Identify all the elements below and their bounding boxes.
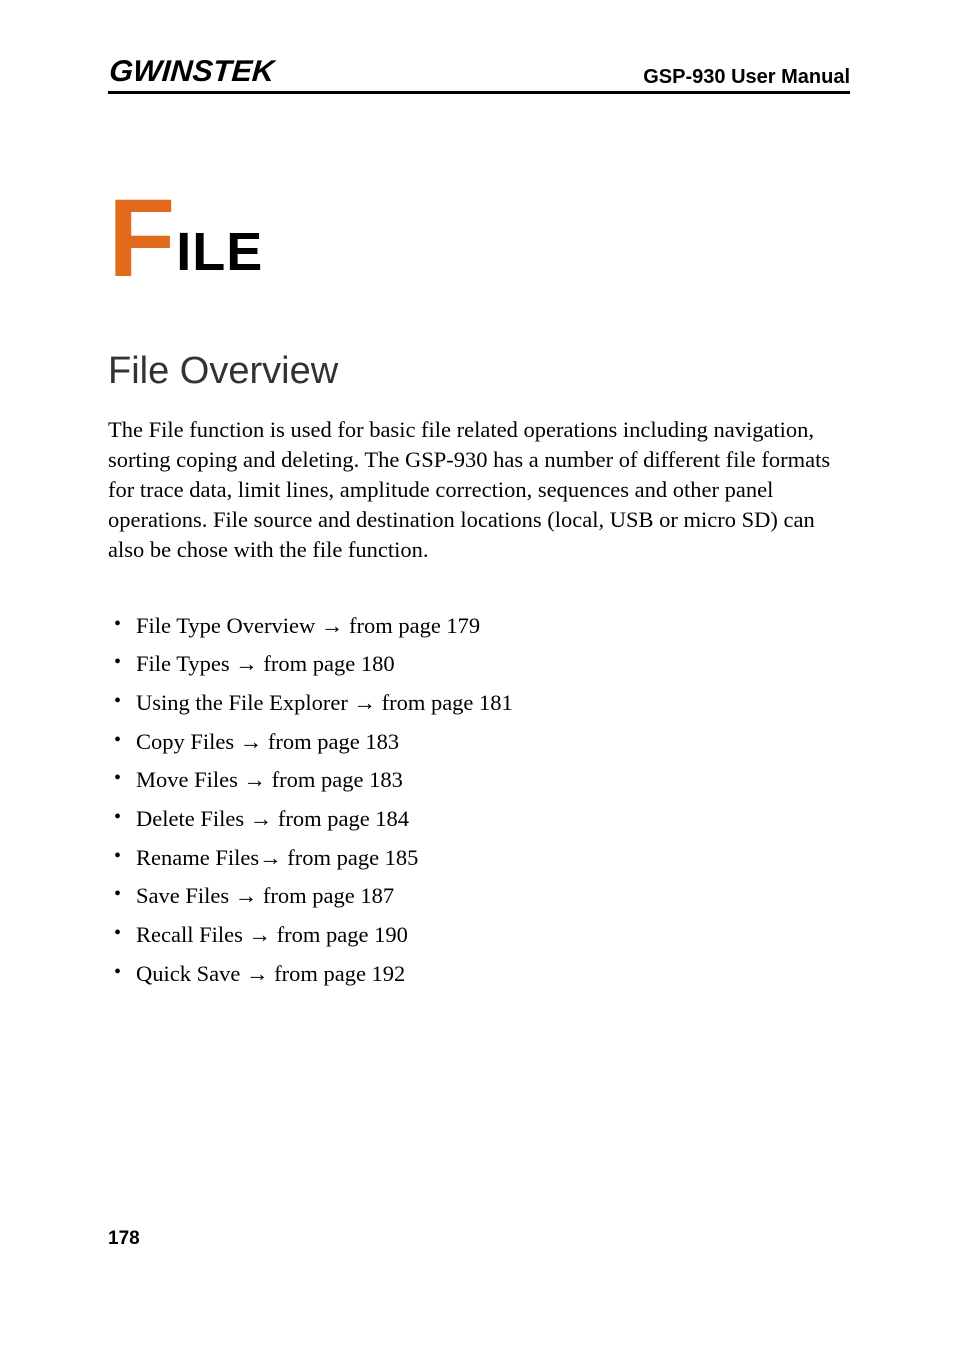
chapter-title: FILE [108, 189, 850, 288]
toc-item: Using the File Explorer → from page 181 [114, 688, 850, 718]
chapter-rest: ILE [176, 222, 263, 282]
brand-logo: GWINSTEK [108, 55, 275, 89]
toc-item: File Type Overview → from page 179 [114, 611, 850, 641]
toc-item: File Types → from page 180 [114, 649, 850, 679]
section-heading: File Overview [108, 350, 850, 393]
page-number: 178 [108, 1228, 140, 1250]
document-page: GWINSTEK GSP-930 User Manual FILE File O… [0, 0, 954, 988]
toc-item: Move Files → from page 183 [114, 765, 850, 795]
chapter-dropcap: F [108, 177, 176, 300]
manual-title: GSP-930 User Manual [643, 66, 850, 89]
toc-item: Quick Save → from page 192 [114, 959, 850, 989]
page-header: GWINSTEK GSP-930 User Manual [108, 55, 850, 94]
toc-item: Copy Files → from page 183 [114, 727, 850, 757]
toc-item: Delete Files → from page 184 [114, 804, 850, 834]
toc-list: File Type Overview → from page 179 File … [114, 611, 850, 989]
toc-item: Rename Files→ from page 185 [114, 843, 850, 873]
toc-item: Save Files → from page 187 [114, 881, 850, 911]
toc-item: Recall Files → from page 190 [114, 920, 850, 950]
section-intro: The File function is used for basic file… [108, 415, 850, 565]
